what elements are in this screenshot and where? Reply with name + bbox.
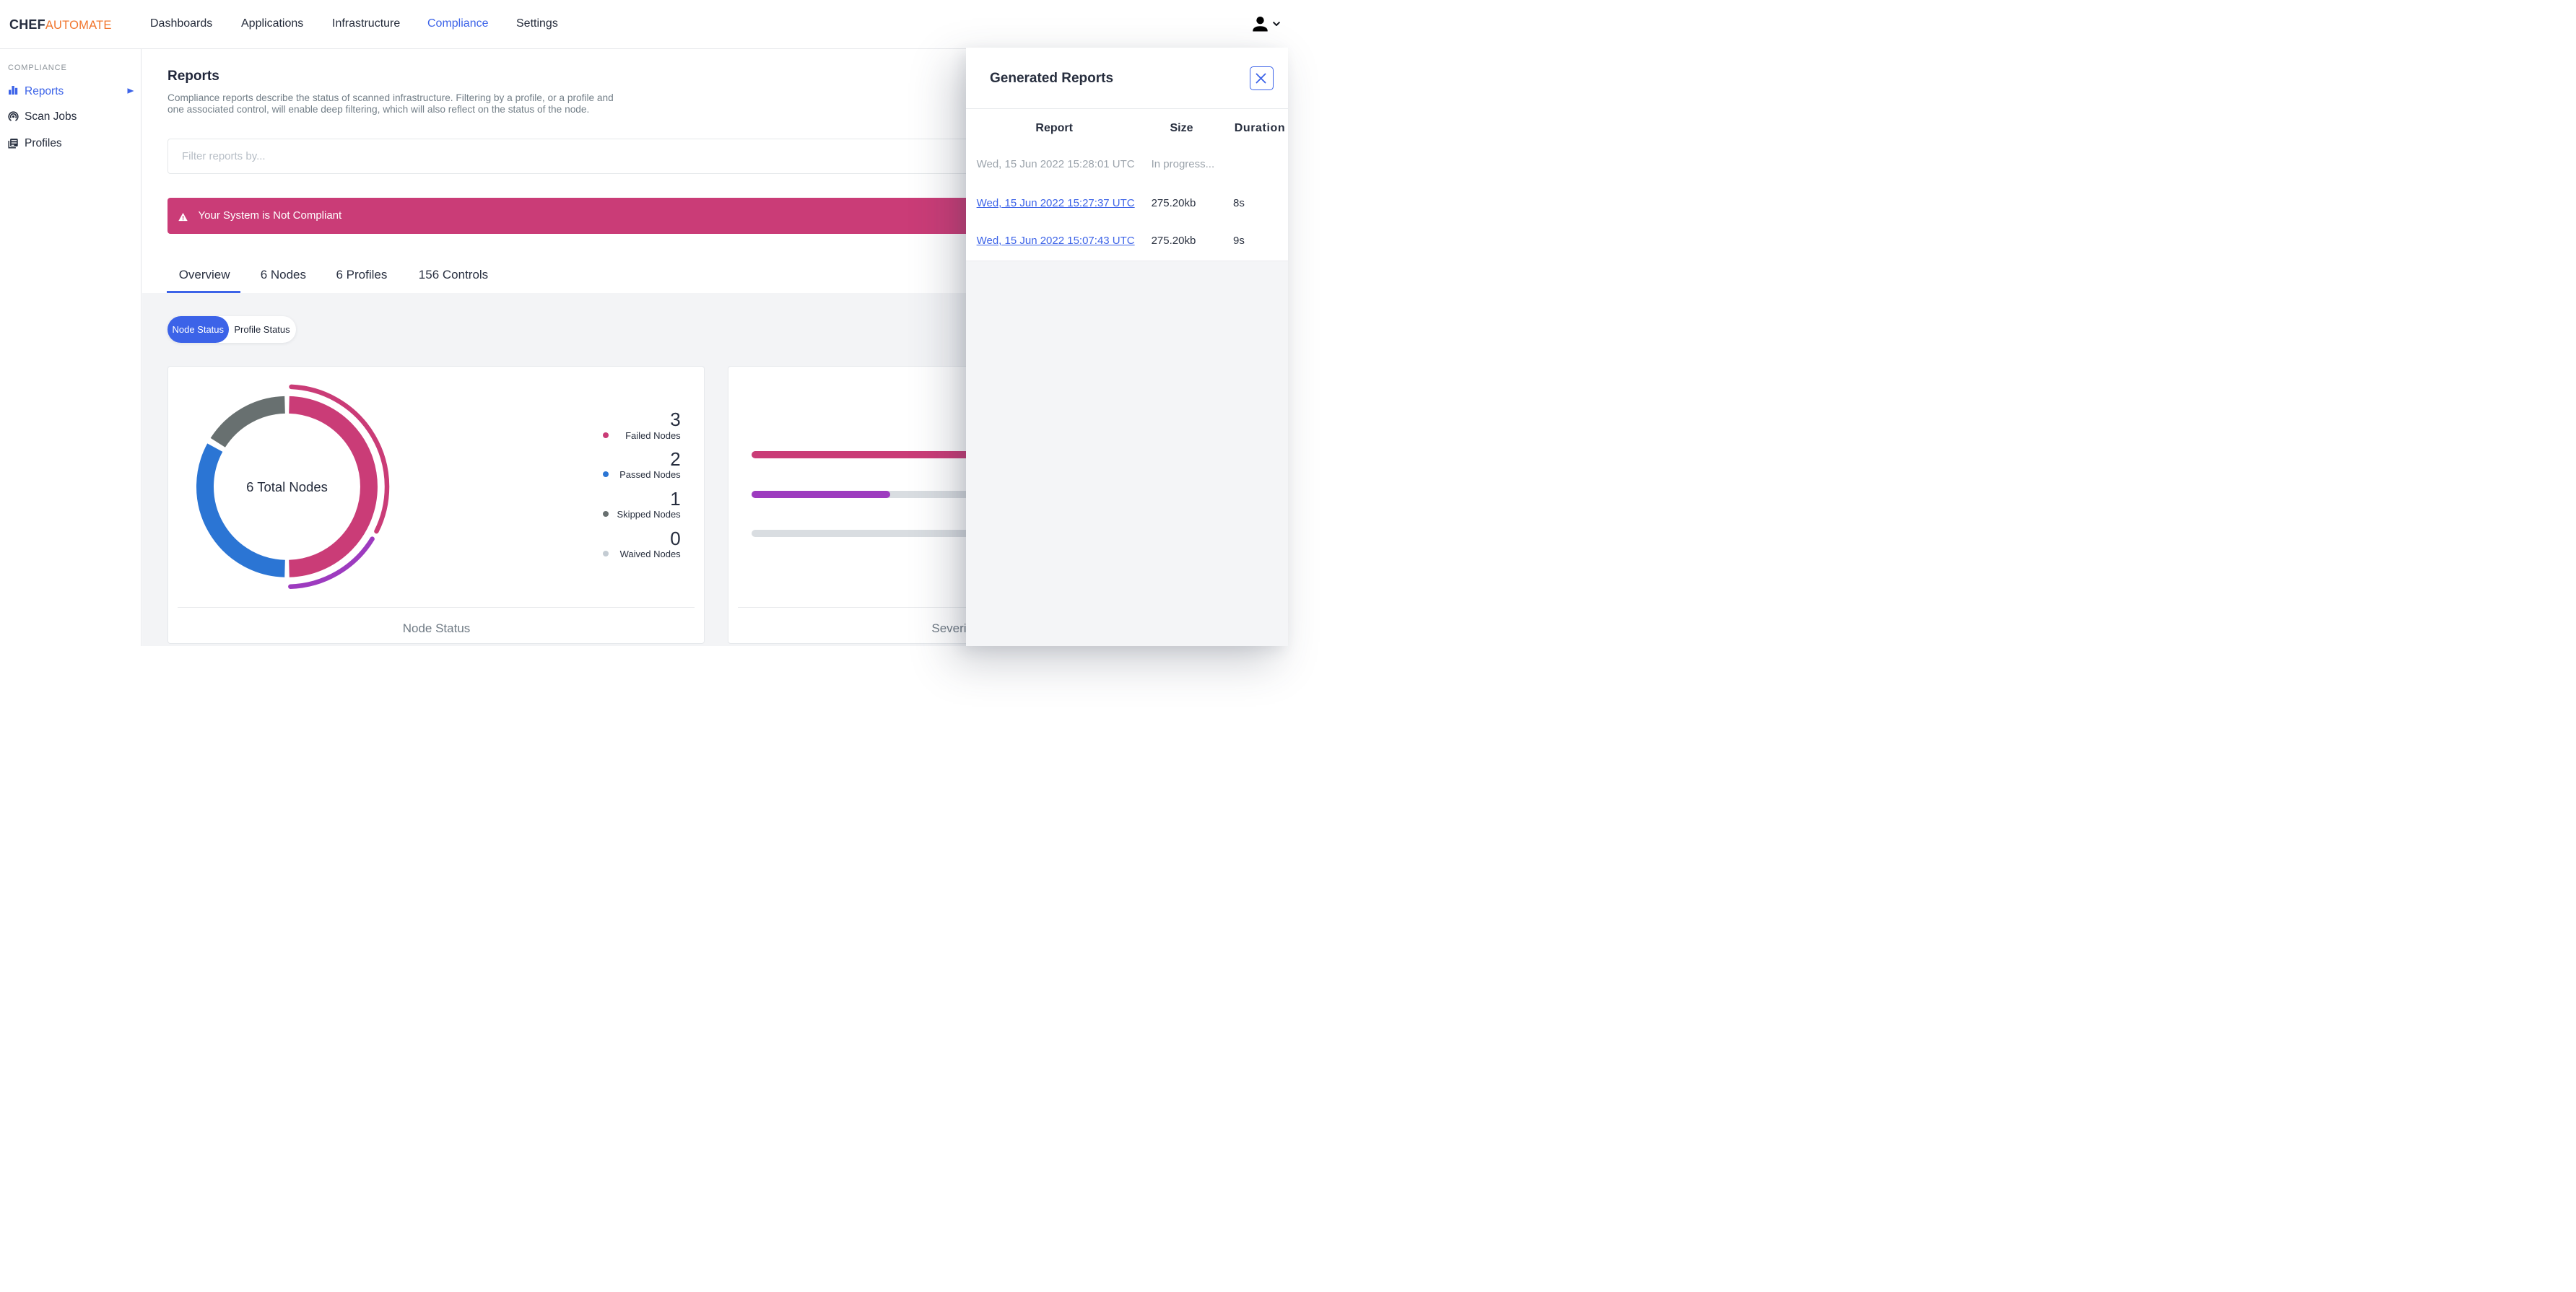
svg-text:6 Total Nodes: 6 Total Nodes <box>246 479 328 494</box>
